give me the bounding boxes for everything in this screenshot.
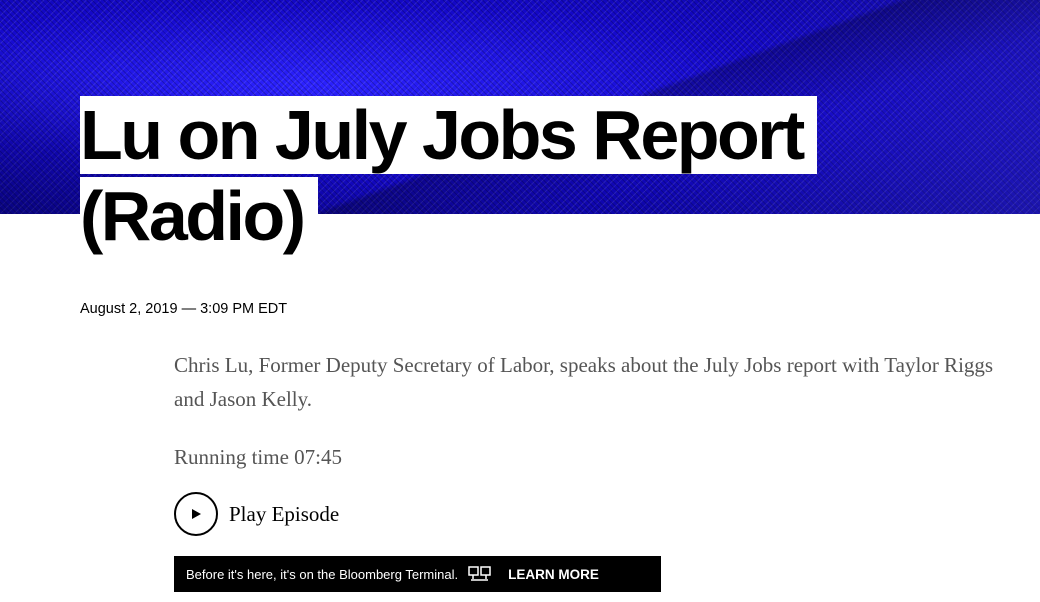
article-summary: Chris Lu, Former Deputy Secretary of Lab…	[174, 353, 994, 411]
terminal-icon	[468, 566, 492, 582]
promo-text: Before it's here, it's on the Bloomberg …	[186, 566, 459, 582]
play-icon[interactable]	[174, 492, 218, 536]
headline-line-2: (Radio)	[80, 177, 318, 255]
running-time: Running time 07:45	[174, 445, 342, 469]
article-dateline: August 2, 2019 — 3:09 PM EDT	[80, 301, 288, 317]
article-headline: Lu on July Jobs Report (Radio)	[80, 95, 840, 257]
terminal-promo-banner[interactable]: Before it's here, it's on the Bloomberg …	[174, 556, 661, 592]
learn-more-link[interactable]: LEARN MORE	[508, 567, 599, 582]
play-episode-button[interactable]: Play Episode	[174, 492, 339, 536]
play-episode-label[interactable]: Play Episode	[229, 502, 339, 527]
headline-line-1: Lu on July Jobs Report	[80, 96, 817, 174]
